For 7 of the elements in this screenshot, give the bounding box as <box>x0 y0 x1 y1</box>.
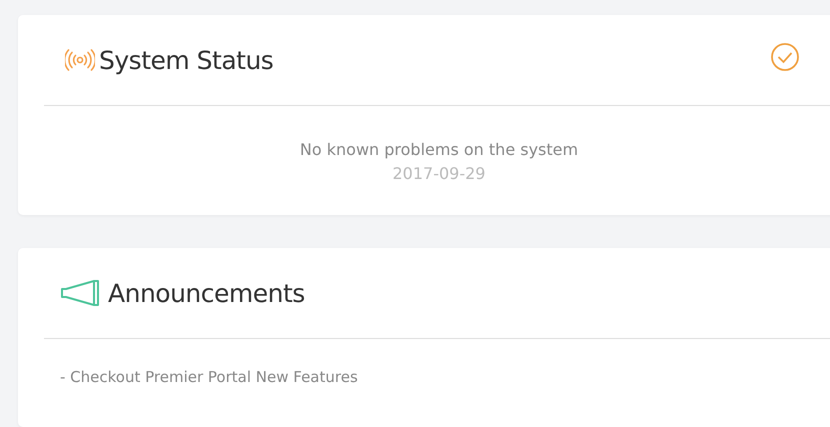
status-date: 2017-09-29 <box>392 164 486 183</box>
card-title: Announcements <box>108 278 305 308</box>
status-message: No known problems on the system <box>300 140 578 159</box>
card-title: System Status <box>99 46 274 74</box>
check-circle-icon <box>770 42 800 72</box>
announcement-link[interactable]: - Checkout Premier Portal New Features <box>60 368 358 386</box>
broadcast-icon <box>65 49 95 71</box>
